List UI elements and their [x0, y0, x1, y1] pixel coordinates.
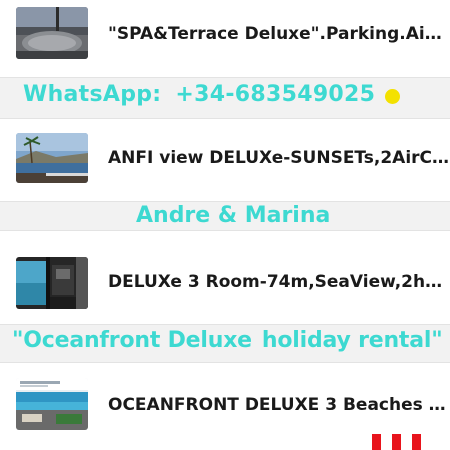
- host-names-overlay: Andre & Marina: [136, 203, 331, 228]
- listing-title[interactable]: DELUXe 3 Room-74m,SeaView,2hea...: [108, 272, 450, 292]
- listing-title[interactable]: "SPA&Terrace Deluxe".Parking.AirC...: [108, 24, 450, 44]
- listing-thumbnail: [16, 378, 88, 430]
- whatsapp-number: +34-683549025: [175, 82, 376, 107]
- listing-thumbnail: [16, 257, 88, 309]
- listing-title[interactable]: ANFI view DELUXe-SUNSETs,2AirCo...: [108, 148, 450, 168]
- listing-row[interactable]: DELUXe 3 Room-74m,SeaView,2hea...: [0, 230, 450, 325]
- listing-row[interactable]: OCEANFRONT DELUXE 3 Beaches ! ...: [0, 362, 450, 450]
- listing-title[interactable]: OCEANFRONT DELUXE 3 Beaches ! ...: [108, 395, 450, 415]
- red-exclamation-marks-icon: [392, 434, 401, 450]
- listing-row[interactable]: ANFI view DELUXe-SUNSETs,2AirCo...: [0, 118, 450, 202]
- whatsapp-label: WhatsApp:: [23, 82, 162, 107]
- tagline-part: "Oceanfront Deluxe: [12, 328, 252, 353]
- listing-thumbnail: [16, 7, 88, 59]
- tagline-overlay: "Oceanfront Deluxe holiday rental": [12, 328, 443, 353]
- whatsapp-contact-overlay: WhatsApp: +34-683549025: [23, 82, 375, 107]
- red-exclamation-marks-icon: [372, 434, 381, 450]
- listing-thumbnail: [16, 133, 88, 183]
- yellow-dot-icon: [385, 89, 400, 104]
- tagline-part: holiday rental": [261, 328, 443, 353]
- listing-row[interactable]: "SPA&Terrace Deluxe".Parking.AirC...: [0, 0, 450, 78]
- red-exclamation-marks-icon: [412, 434, 421, 450]
